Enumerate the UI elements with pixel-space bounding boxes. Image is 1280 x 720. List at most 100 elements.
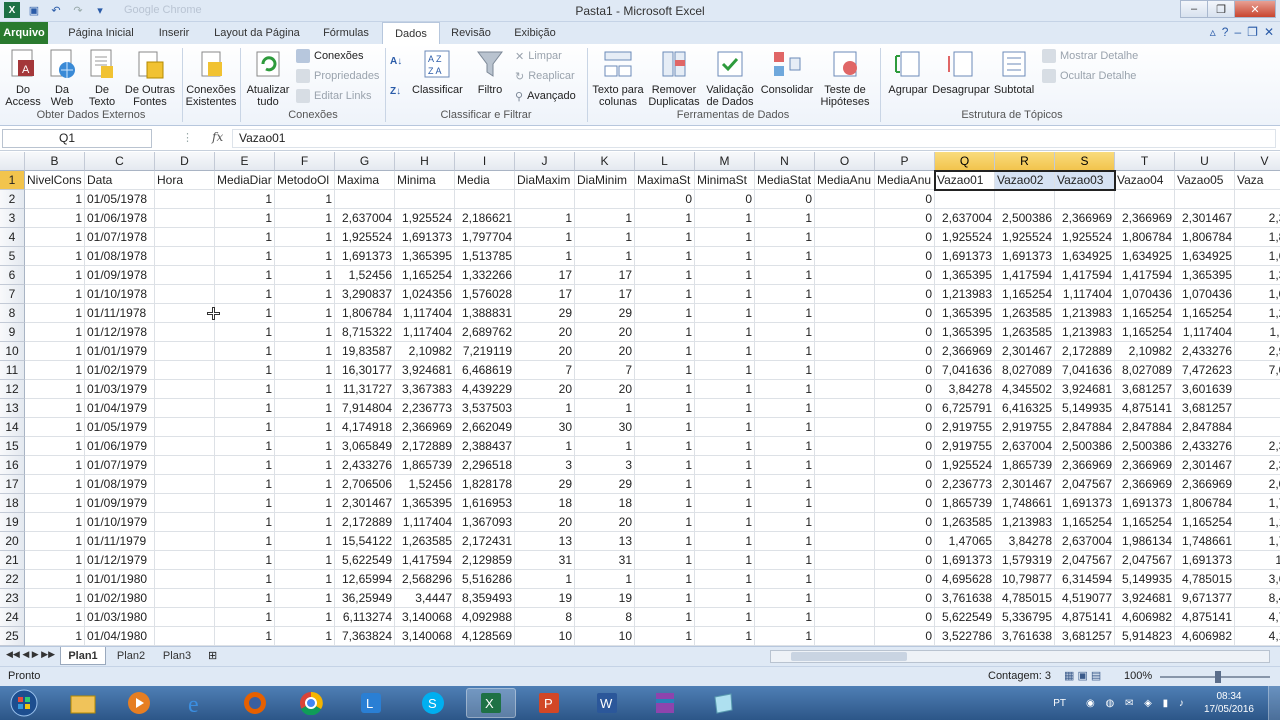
- table-cell[interactable]: 1: [695, 513, 755, 532]
- table-cell[interactable]: 1,806784: [1175, 494, 1235, 513]
- table-cell[interactable]: 1,16: [1235, 513, 1280, 532]
- table-cell[interactable]: 1: [575, 247, 635, 266]
- table-cell[interactable]: 1: [755, 228, 815, 247]
- table-cell[interactable]: 3,924681: [395, 361, 455, 380]
- table-cell[interactable]: 10: [575, 627, 635, 646]
- connections-button[interactable]: Conexões: [296, 47, 364, 65]
- table-cell[interactable]: 2,10982: [1115, 342, 1175, 361]
- table-cell[interactable]: 1: [635, 532, 695, 551]
- header-cell[interactable]: NivelCons: [25, 171, 85, 190]
- table-cell[interactable]: 19: [515, 589, 575, 608]
- header-cell[interactable]: Vaza: [1235, 171, 1280, 190]
- horizontal-scrollbar[interactable]: [770, 650, 1270, 663]
- column-header-L[interactable]: L: [635, 152, 695, 171]
- table-cell[interactable]: 1,417594: [995, 266, 1055, 285]
- table-cell[interactable]: 1,117404: [395, 323, 455, 342]
- table-cell[interactable]: 1,691373: [1055, 494, 1115, 513]
- table-cell[interactable]: [155, 342, 215, 361]
- table-cell[interactable]: 1: [275, 285, 335, 304]
- name-box[interactable]: Q1: [2, 129, 152, 148]
- table-cell[interactable]: 0: [875, 247, 935, 266]
- table-cell[interactable]: 1: [25, 608, 85, 627]
- table-cell[interactable]: [1175, 190, 1235, 209]
- row-header[interactable]: 18: [0, 494, 25, 513]
- table-cell[interactable]: 1,748661: [995, 494, 1055, 513]
- table-cell[interactable]: 4,785015: [995, 589, 1055, 608]
- table-cell[interactable]: [575, 190, 635, 209]
- table-cell[interactable]: 36,25949: [335, 589, 395, 608]
- formula-input[interactable]: Vazao01: [232, 129, 1276, 148]
- table-cell[interactable]: 1: [25, 475, 85, 494]
- table-cell[interactable]: 3,68: [1235, 570, 1280, 589]
- from-web-button[interactable]: Da Web: [44, 48, 80, 108]
- table-cell[interactable]: 7,363824: [335, 627, 395, 646]
- properties-button[interactable]: Propriedades: [296, 67, 379, 85]
- table-cell[interactable]: [815, 361, 875, 380]
- table-cell[interactable]: 1,165254: [1055, 513, 1115, 532]
- table-cell[interactable]: 1: [275, 304, 335, 323]
- table-cell[interactable]: 8,027089: [995, 361, 1055, 380]
- table-cell[interactable]: 01/10/1979: [85, 513, 155, 532]
- remove-duplicates-button[interactable]: Remover Duplicatas: [646, 48, 702, 108]
- table-cell[interactable]: 2,047567: [1115, 551, 1175, 570]
- table-cell[interactable]: [155, 304, 215, 323]
- table-cell[interactable]: 0: [875, 475, 935, 494]
- table-cell[interactable]: 1,213983: [1055, 323, 1115, 342]
- table-cell[interactable]: 2,172889: [335, 513, 395, 532]
- table-cell[interactable]: 1: [215, 570, 275, 589]
- table-cell[interactable]: 1,691373: [395, 228, 455, 247]
- table-cell[interactable]: 4,345502: [995, 380, 1055, 399]
- table-cell[interactable]: 1: [275, 456, 335, 475]
- table-cell[interactable]: [815, 304, 875, 323]
- table-cell[interactable]: 17: [575, 266, 635, 285]
- table-cell[interactable]: 31: [515, 551, 575, 570]
- table-cell[interactable]: 1,365395: [935, 304, 995, 323]
- header-cell[interactable]: Vazao02: [995, 171, 1055, 190]
- table-cell[interactable]: 5,149935: [1115, 570, 1175, 589]
- table-cell[interactable]: 1,691373: [935, 551, 995, 570]
- header-cell[interactable]: Hora: [155, 171, 215, 190]
- zoom-slider-thumb[interactable]: [1215, 671, 1221, 683]
- table-cell[interactable]: 2,366969: [1175, 475, 1235, 494]
- reapply-button[interactable]: ↻ Reaplicar: [515, 67, 575, 85]
- table-cell[interactable]: 1: [755, 551, 815, 570]
- table-cell[interactable]: 1: [635, 570, 695, 589]
- table-cell[interactable]: 2,366969: [1055, 209, 1115, 228]
- table-cell[interactable]: 0: [875, 285, 935, 304]
- table-cell[interactable]: 1: [25, 494, 85, 513]
- table-cell[interactable]: 1: [275, 190, 335, 209]
- table-cell[interactable]: 3,761638: [995, 627, 1055, 646]
- table-cell[interactable]: 1: [275, 323, 335, 342]
- table-cell[interactable]: 1: [215, 361, 275, 380]
- table-cell[interactable]: 2,366969: [1115, 475, 1175, 494]
- table-cell[interactable]: 1: [695, 380, 755, 399]
- table-cell[interactable]: 3: [1235, 399, 1280, 418]
- table-cell[interactable]: 1,925524: [395, 209, 455, 228]
- table-cell[interactable]: 1: [215, 228, 275, 247]
- row-header[interactable]: 3: [0, 209, 25, 228]
- table-cell[interactable]: 1: [695, 437, 755, 456]
- table-cell[interactable]: 1,117404: [395, 513, 455, 532]
- column-header-F[interactable]: F: [275, 152, 335, 171]
- what-if-analysis-button[interactable]: Teste de Hipóteses: [816, 48, 874, 108]
- column-header-C[interactable]: C: [85, 152, 155, 171]
- row-header[interactable]: 10: [0, 342, 25, 361]
- table-cell[interactable]: 2,433276: [1175, 437, 1235, 456]
- table-cell[interactable]: 7,472623: [1175, 361, 1235, 380]
- table-cell[interactable]: 1: [275, 532, 335, 551]
- table-cell[interactable]: 4,174918: [335, 418, 395, 437]
- table-cell[interactable]: 18: [515, 494, 575, 513]
- table-cell[interactable]: 0: [875, 437, 935, 456]
- table-cell[interactable]: 1: [755, 456, 815, 475]
- table-cell[interactable]: 1,616953: [455, 494, 515, 513]
- table-cell[interactable]: 3,537503: [455, 399, 515, 418]
- table-cell[interactable]: 1,165254: [1115, 304, 1175, 323]
- table-cell[interactable]: 1: [25, 570, 85, 589]
- table-cell[interactable]: 1: [695, 589, 755, 608]
- table-cell[interactable]: 1: [635, 475, 695, 494]
- table-cell[interactable]: 01/06/1978: [85, 209, 155, 228]
- table-cell[interactable]: 1: [635, 247, 695, 266]
- start-button[interactable]: [2, 688, 46, 718]
- table-cell[interactable]: 7,041636: [1055, 361, 1115, 380]
- table-cell[interactable]: 1: [635, 608, 695, 627]
